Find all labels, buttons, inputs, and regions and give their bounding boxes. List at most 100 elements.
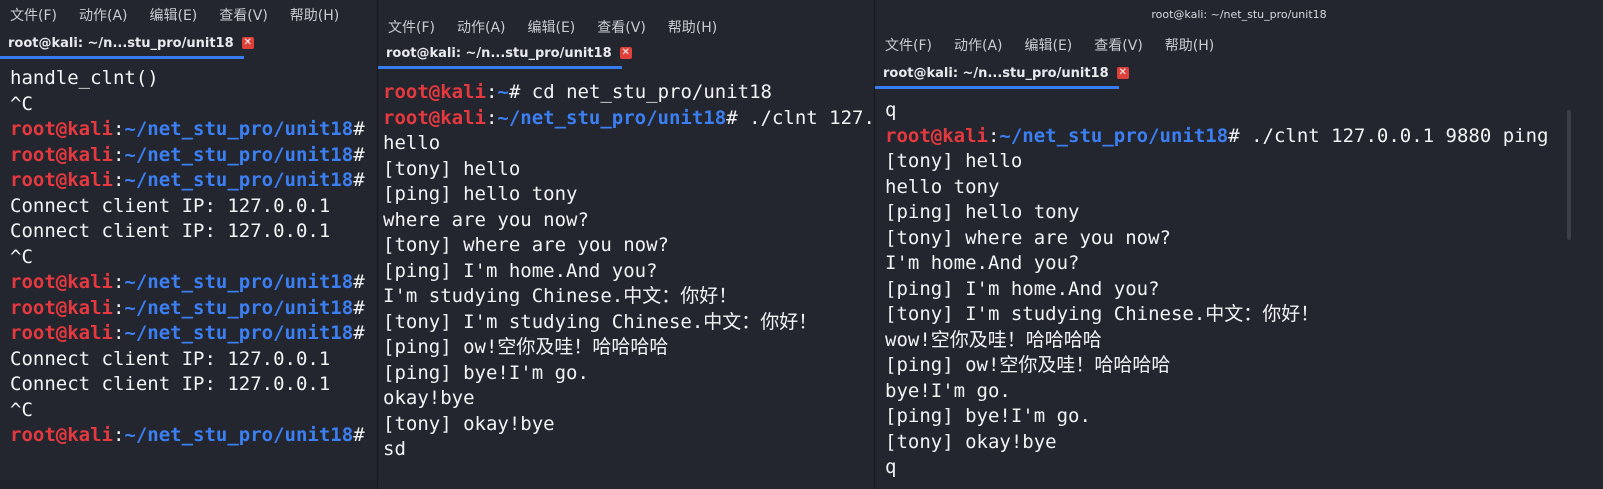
output-line: [ping] ow!空你及哇！哈哈哈哈 <box>383 335 865 361</box>
output-line: bye!I'm go. <box>885 379 1593 405</box>
close-icon[interactable]: ✕ <box>619 47 632 59</box>
command-text: cd net_stu_pro/unit18 <box>520 81 772 103</box>
output-text: Connect client IP: 127.0.0.1 <box>10 373 331 395</box>
tab-bar: root@kali: ~/n...stu_pro/unit18 ✕ <box>0 30 378 59</box>
prompt-user: root@kali <box>10 169 113 191</box>
prompt-user: root@kali <box>10 296 113 319</box>
output-text: wow!空你及哇！哈哈哈哈 <box>885 328 1102 351</box>
output-line: sd <box>383 437 865 463</box>
output-text: hello tony <box>885 175 1000 198</box>
menu-action[interactable]: 动作(A) <box>954 35 1003 55</box>
terminal-window-right[interactable]: root@kali: ~/net_stu_pro/unit18 文件(F) 动作… <box>874 0 1603 489</box>
terminal-window-middle[interactable]: 文件(F) 动作(A) 编辑(E) 查看(V) 帮助(H) root@kali:… <box>377 0 875 489</box>
close-icon[interactable]: ✕ <box>1116 67 1129 79</box>
menu-help[interactable]: 帮助(H) <box>290 5 339 25</box>
prompt-line: root@kali:~/net_stu_pro/unit18# <box>10 270 368 296</box>
output-line: okay!bye <box>383 386 865 412</box>
output-text: [tony] where are you now? <box>383 234 669 256</box>
output-line: [tony] hello <box>383 157 865 183</box>
output-text: I'm home.And you? <box>885 252 1080 274</box>
output-text: where are you now? <box>383 208 589 231</box>
output-line: [ping] bye!I'm go. <box>885 404 1593 430</box>
tab-label: root@kali: ~/n...stu_pro/unit18 <box>8 35 234 51</box>
output-line: [tony] I'm studying Chinese.中文：你好！ <box>885 302 1593 328</box>
prompt-user: root@kali <box>10 118 113 140</box>
active-tab-indicator <box>875 86 1119 89</box>
output-text: [tony] I'm studying Chinese.中文：你好！ <box>383 310 818 333</box>
prompt-path: ~/net_stu_pro/unit18 <box>124 118 354 140</box>
output-text: [ping] I'm home.And you? <box>383 259 658 282</box>
menu-view[interactable]: 查看(V) <box>597 17 646 37</box>
prompt-user: root@kali <box>10 143 113 166</box>
output-text: I'm studying Chinese.中文：你好！ <box>383 285 738 307</box>
prompt-user: root@kali <box>10 424 113 446</box>
output-line: [ping] hello tony <box>383 182 865 208</box>
terminal-output[interactable]: root@kali:~# cd net_stu_pro/unit18 root@k… <box>378 66 875 463</box>
prompt-symbol: # <box>726 106 738 129</box>
output-line: [tony] okay!bye <box>383 412 865 438</box>
prompt-user: root@kali <box>383 81 486 103</box>
output-line: handle_clnt() <box>10 66 368 92</box>
output-line: [ping] ow!空你及哇！哈哈哈哈 <box>885 353 1593 379</box>
menu-file[interactable]: 文件(F) <box>388 17 435 37</box>
menu-edit[interactable]: 编辑(E) <box>1025 35 1073 55</box>
output-line: [ping] I'm home.And you? <box>383 259 865 285</box>
menu-file[interactable]: 文件(F) <box>10 5 57 25</box>
prompt-path: ~/net_stu_pro/unit18 <box>999 124 1229 147</box>
window-title: root@kali: ~/net_stu_pro/unit18 <box>1151 8 1327 21</box>
prompt-path: ~/net_stu_pro/unit18 <box>124 296 354 319</box>
prompt-symbol: # <box>508 81 521 103</box>
menu-help[interactable]: 帮助(H) <box>668 17 717 37</box>
menu-help[interactable]: 帮助(H) <box>1165 35 1214 55</box>
prompt-colon: : <box>112 424 125 446</box>
output-line: q <box>885 98 1593 124</box>
prompt-symbol: # <box>353 118 365 140</box>
menu-view[interactable]: 查看(V) <box>219 5 268 25</box>
prompt-line: root@kali:~/net_stu_pro/unit18# <box>10 423 368 449</box>
output-text: okay!bye <box>383 387 475 409</box>
menu-action[interactable]: 动作(A) <box>457 17 506 37</box>
output-line: [tony] where are you now? <box>885 226 1593 252</box>
prompt-line: root@kali:~/net_stu_pro/unit18# <box>10 117 368 143</box>
output-text: [ping] ow!空你及哇！哈哈哈哈 <box>383 336 669 358</box>
output-text: [tony] I'm studying Chinese.中文：你好！ <box>885 303 1320 325</box>
terminal-output[interactable]: q root@kali:~/net_stu_pro/unit18# ./clnt … <box>875 86 1603 481</box>
output-text: Connect client IP: 127.0.0.1 <box>10 194 331 217</box>
output-text: [ping] I'm home.And you? <box>885 277 1160 300</box>
prompt-user: root@kali <box>885 124 988 147</box>
close-icon[interactable]: ✕ <box>241 37 254 49</box>
prompt-user: root@kali <box>383 106 486 129</box>
output-line: hello <box>383 131 865 157</box>
output-line: I'm studying Chinese.中文：你好！ <box>383 284 865 310</box>
output-text: [tony] okay!bye <box>383 412 555 435</box>
prompt-path: ~/net_stu_pro/unit18 <box>124 271 354 293</box>
prompt-colon: : <box>485 106 498 129</box>
output-line: ^C <box>10 245 368 271</box>
prompt-path: ~ <box>497 81 509 103</box>
menu-edit[interactable]: 编辑(E) <box>150 5 198 25</box>
menubar: 文件(F) 动作(A) 编辑(E) 查看(V) 帮助(H) <box>0 0 378 30</box>
terminal-window-left[interactable]: 文件(F) 动作(A) 编辑(E) 查看(V) 帮助(H) root@kali:… <box>0 0 378 480</box>
scrollbar-thumb[interactable] <box>1567 110 1571 240</box>
terminal-output[interactable]: handle_clnt() ^C root@kali:~/net_stu_pro/u… <box>0 56 378 449</box>
menu-view[interactable]: 查看(V) <box>1094 35 1143 55</box>
prompt-colon: : <box>987 124 1000 147</box>
output-line: [tony] hello <box>885 149 1593 175</box>
menu-action[interactable]: 动作(A) <box>79 5 128 25</box>
tab-terminal[interactable]: root@kali: ~/n...stu_pro/unit18 ✕ <box>0 31 262 59</box>
tab-bar: root@kali: ~/n...stu_pro/unit18 ✕ <box>378 40 875 69</box>
menu-edit[interactable]: 编辑(E) <box>528 17 576 37</box>
output-line: I'm home.And you? <box>885 251 1593 277</box>
menu-file[interactable]: 文件(F) <box>885 35 932 55</box>
output-text: ^C <box>10 245 33 268</box>
tab-terminal[interactable]: root@kali: ~/n...stu_pro/unit18 ✕ <box>378 41 640 69</box>
prompt-path: ~/net_stu_pro/unit18 <box>497 106 727 129</box>
prompt-line: root@kali:~/net_stu_pro/unit18# <box>10 296 368 322</box>
output-text: [tony] hello <box>383 157 521 180</box>
command-text: ./clnt 127.0.0.1 9880 tony <box>749 106 875 129</box>
output-line: Connect client IP: 127.0.0.1 <box>10 347 368 373</box>
output-line: hello tony <box>885 175 1593 201</box>
tab-terminal[interactable]: root@kali: ~/n...stu_pro/unit18 ✕ <box>875 61 1137 89</box>
output-line: [ping] I'm home.And you? <box>885 277 1593 303</box>
tab-bar: root@kali: ~/n...stu_pro/unit18 ✕ <box>875 60 1603 89</box>
